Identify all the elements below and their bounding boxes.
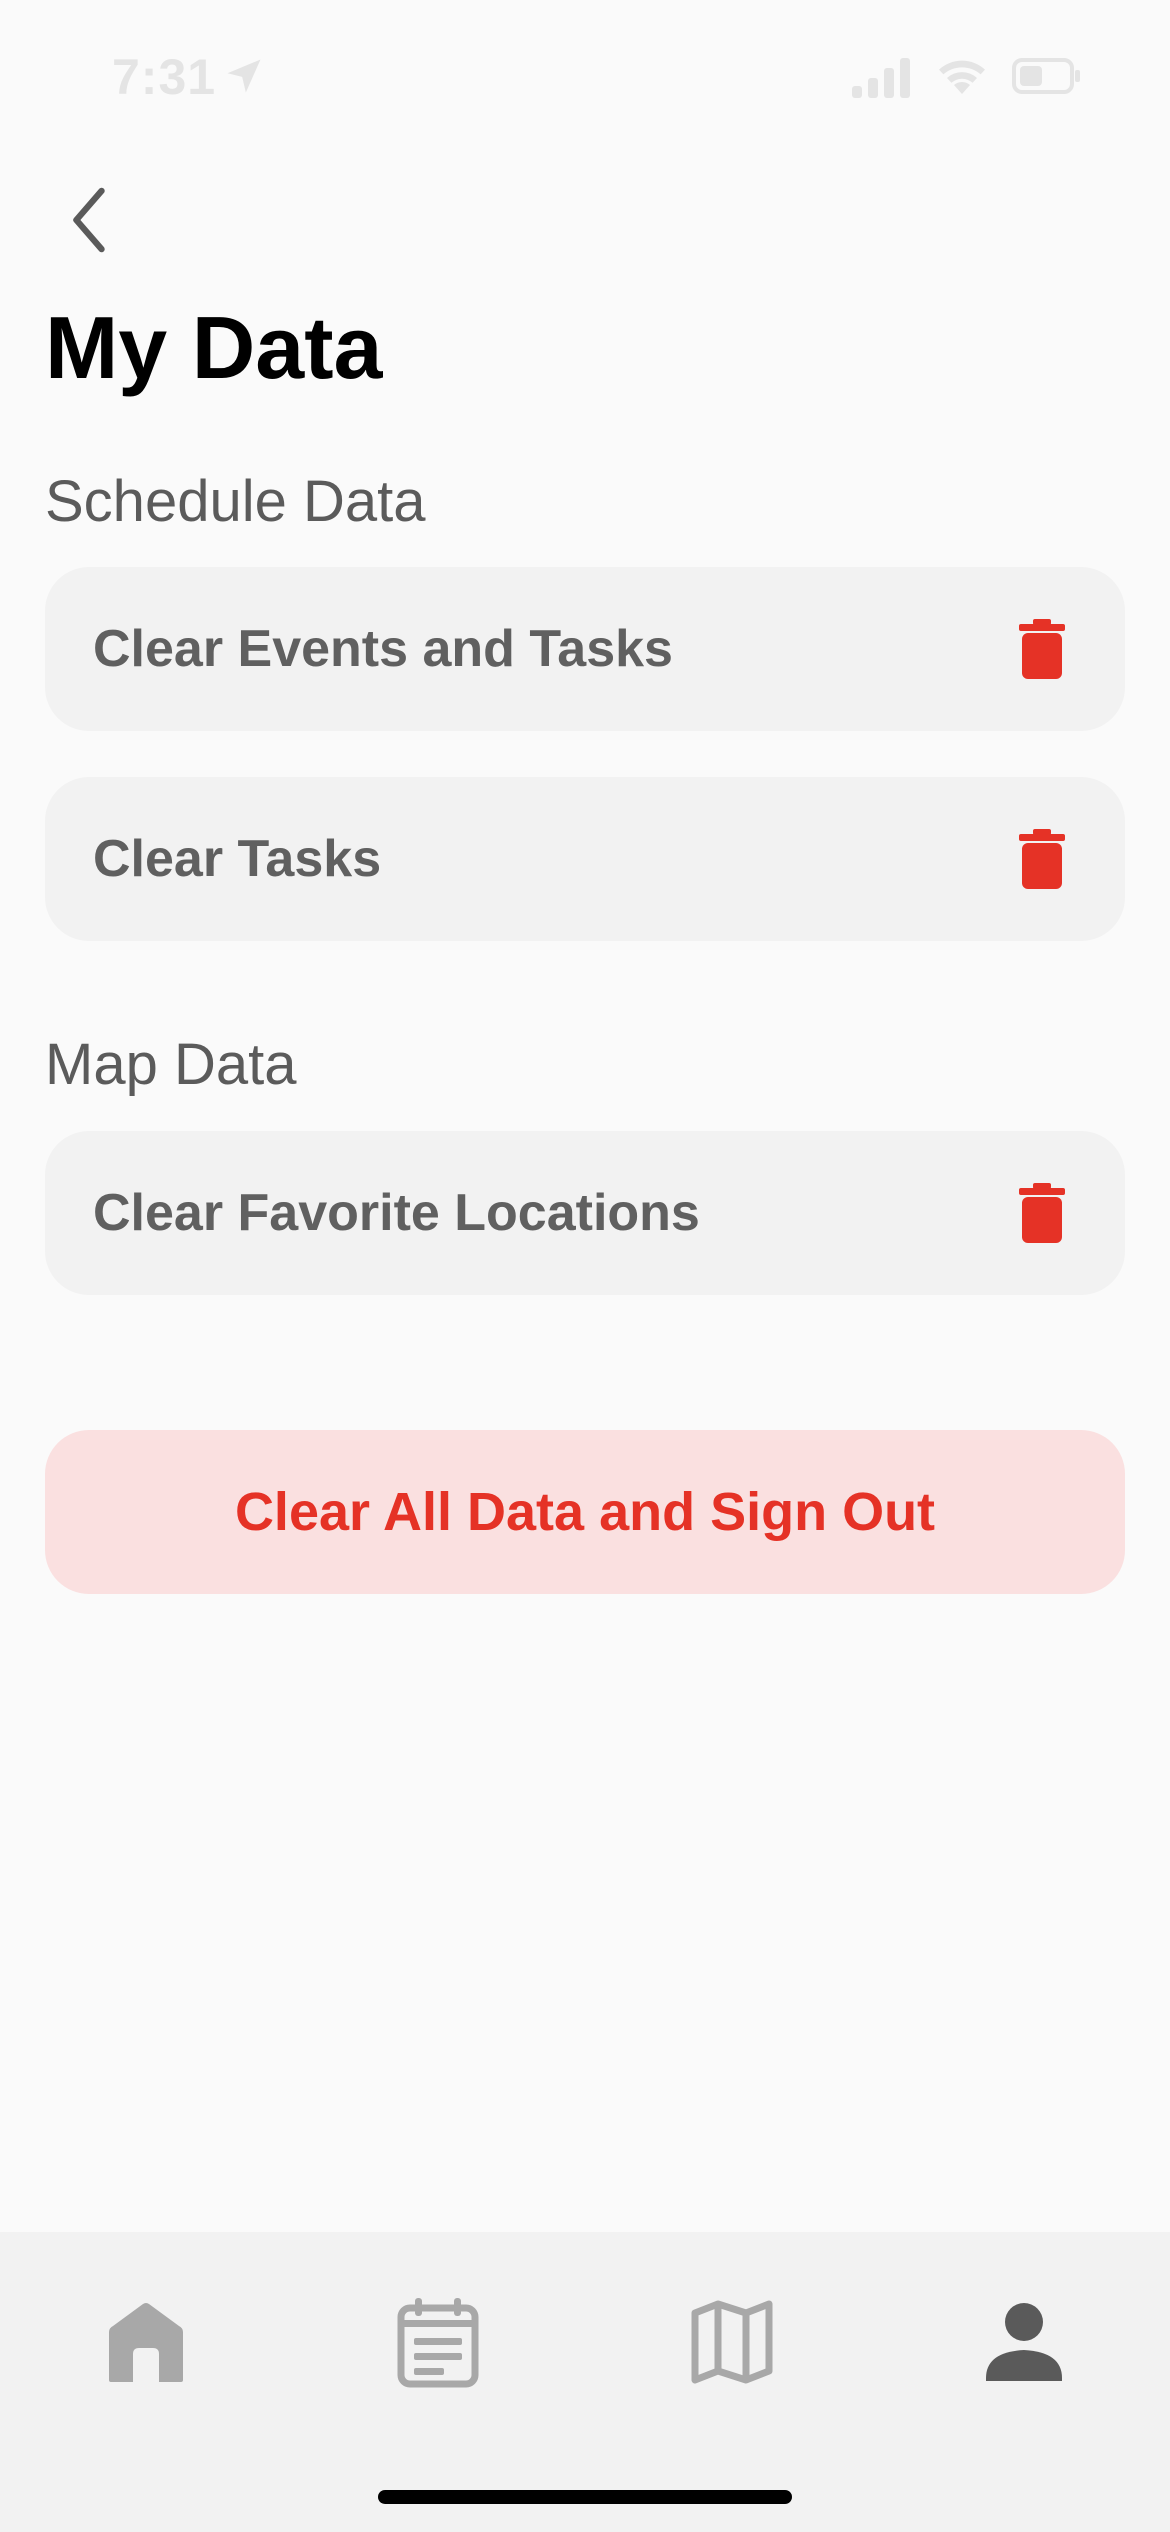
- row-label: Clear Tasks: [93, 830, 382, 888]
- status-bar: 7:31: [0, 0, 1170, 150]
- chevron-left-icon: [73, 187, 105, 253]
- map-icon: [691, 2300, 773, 2384]
- trash-icon: [1019, 829, 1065, 889]
- home-indicator: [378, 2490, 792, 2504]
- clear-all-data-and-sign-out-button[interactable]: Clear All Data and Sign Out: [45, 1430, 1125, 1594]
- tab-map[interactable]: [672, 2282, 792, 2402]
- row-label: Clear Favorite Locations: [93, 1184, 700, 1242]
- calendar-icon: [397, 2298, 479, 2388]
- section-title-schedule-data: Schedule Data: [45, 469, 426, 534]
- clear-favorite-locations-button[interactable]: Clear Favorite Locations: [45, 1131, 1125, 1295]
- wifi-icon: [939, 60, 985, 94]
- location-arrow-icon: [227, 59, 261, 93]
- tab-home[interactable]: [86, 2282, 206, 2402]
- back-button[interactable]: [48, 180, 128, 260]
- page-title: My Data: [45, 298, 383, 397]
- row-label: Clear Events and Tasks: [93, 620, 673, 678]
- clear-events-and-tasks-button[interactable]: Clear Events and Tasks: [45, 567, 1125, 731]
- tab-bar: [0, 2232, 1170, 2532]
- person-icon: [986, 2303, 1062, 2381]
- section-title-map-data: Map Data: [45, 1032, 297, 1097]
- status-time: 7:31: [112, 49, 217, 105]
- tab-profile[interactable]: [964, 2282, 1084, 2402]
- clear-tasks-button[interactable]: Clear Tasks: [45, 777, 1125, 941]
- home-icon: [109, 2303, 183, 2382]
- signal-icon: [852, 58, 910, 98]
- trash-icon: [1019, 1183, 1065, 1243]
- trash-icon: [1019, 619, 1065, 679]
- battery-icon: [1012, 58, 1080, 94]
- tab-calendar[interactable]: [378, 2282, 498, 2402]
- danger-button-label: Clear All Data and Sign Out: [234, 1482, 936, 1542]
